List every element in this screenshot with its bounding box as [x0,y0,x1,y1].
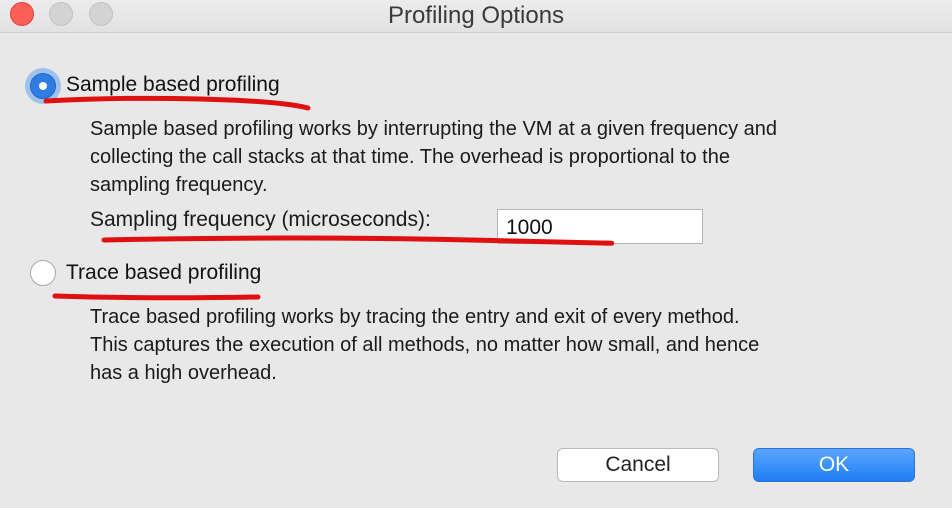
trace-description-line: has a high overhead. [90,362,277,384]
underline-sample-label [43,95,311,111]
trace-based-label[interactable]: Trace based profiling [66,261,261,285]
sampling-frequency-input[interactable] [497,209,703,244]
sample-description-line: sampling frequency. [90,174,268,196]
profiling-options-dialog: Profiling Options Sample based profiling… [0,0,952,508]
trace-based-radio[interactable] [30,260,56,286]
window-title: Profiling Options [387,2,565,29]
sampling-frequency-label: Sampling frequency (microseconds): [90,208,431,231]
trace-description-line: Trace based profiling works by tracing t… [90,306,740,328]
underline-trace-label [52,293,261,301]
ok-button[interactable]: OK [753,448,915,482]
sample-based-radio[interactable] [30,73,56,99]
sample-description-line: collecting the call stacks at that time.… [90,146,730,168]
cancel-button[interactable]: Cancel [557,448,719,482]
sample-based-label[interactable]: Sample based profiling [66,73,280,97]
trace-based-description: Trace based profiling works by tracing t… [90,303,759,387]
sample-description-line: Sample based profiling works by interrup… [90,118,778,140]
title-bar: Profiling Options [0,0,952,33]
sample-based-description: Sample based profiling works by interrup… [90,115,777,199]
trace-description-line: This captures the execution of all metho… [90,334,760,356]
